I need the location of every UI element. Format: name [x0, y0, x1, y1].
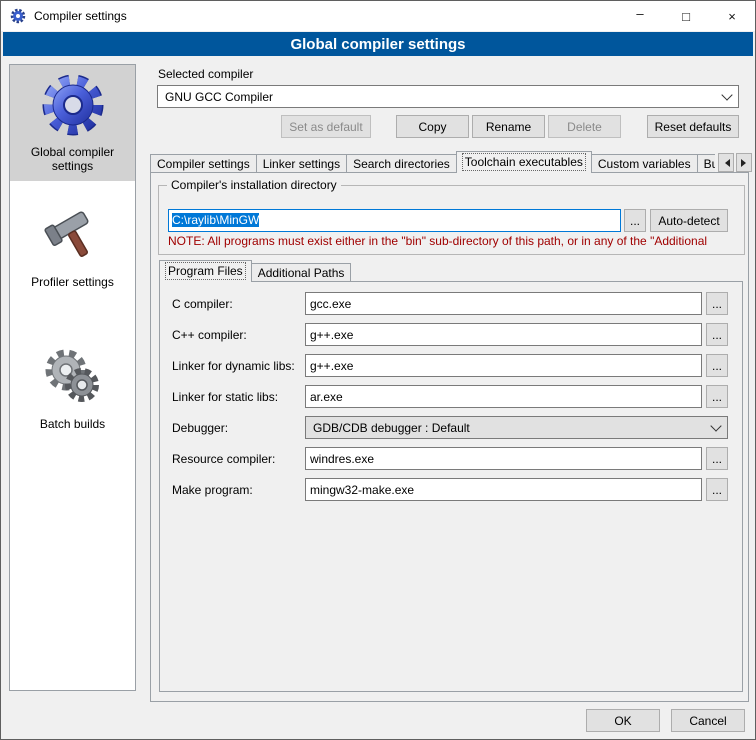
- cpp-compiler-input[interactable]: [305, 323, 702, 346]
- title-bar: Compiler settings – □ ×: [1, 1, 755, 31]
- close-icon: ×: [728, 9, 736, 24]
- arrow-left-icon: [721, 159, 730, 167]
- close-button[interactable]: ×: [709, 1, 755, 31]
- browse-button[interactable]: ...: [706, 478, 728, 501]
- browse-button[interactable]: ...: [706, 354, 728, 377]
- auto-detect-button[interactable]: Auto-detect: [650, 209, 728, 232]
- browse-button[interactable]: ...: [706, 447, 728, 470]
- field-label: Linker for static libs:: [172, 390, 305, 404]
- tab-scroll-left-button[interactable]: [718, 153, 734, 172]
- note-text: NOTE: All programs must exist either in …: [168, 234, 744, 248]
- installation-directory-group: Compiler's installation directory C:\ray…: [158, 185, 745, 255]
- c-compiler-input[interactable]: [305, 292, 702, 315]
- selected-text: C:\raylib\MinGW: [172, 213, 259, 227]
- minimize-button[interactable]: –: [617, 1, 663, 31]
- form-row-dynamic-linker: Linker for dynamic libs: ...: [172, 354, 728, 377]
- debugger-select-value: GDB/CDB debugger : Default: [313, 421, 706, 435]
- tab-custom-variables[interactable]: Custom variables: [591, 154, 698, 173]
- field-label: Make program:: [172, 483, 305, 497]
- ok-button[interactable]: OK: [586, 709, 660, 732]
- sidebar-item-profiler-settings[interactable]: Profiler settings: [10, 195, 135, 297]
- set-as-default-button[interactable]: Set as default: [281, 115, 371, 138]
- field-label: Resource compiler:: [172, 452, 305, 466]
- sidebar-item-global-compiler-settings[interactable]: Global compiler settings: [10, 65, 135, 181]
- field-label: Debugger:: [172, 421, 305, 435]
- resource-compiler-input[interactable]: [305, 447, 702, 470]
- tab-compiler-settings[interactable]: Compiler settings: [150, 154, 257, 173]
- chevron-down-icon: [710, 420, 721, 431]
- installation-directory-legend: Compiler's installation directory: [167, 178, 341, 192]
- selected-compiler-label: Selected compiler: [158, 67, 253, 81]
- form-row-c-compiler: C compiler: ...: [172, 292, 728, 315]
- form-row-cpp-compiler: C++ compiler: ...: [172, 323, 728, 346]
- tab-toolchain-executables[interactable]: Toolchain executables: [456, 151, 592, 173]
- tab-label: Program Files: [166, 263, 245, 279]
- settings-category-list: Global compiler settings Profiler settin…: [9, 64, 136, 691]
- tab-build-options[interactable]: Buil: [697, 154, 715, 173]
- browse-button[interactable]: ...: [706, 385, 728, 408]
- arrow-right-icon: [741, 159, 750, 167]
- form-row-resource-compiler: Resource compiler: ...: [172, 447, 728, 470]
- field-label: C compiler:: [172, 297, 305, 311]
- installation-directory-input[interactable]: C:\raylib\MinGW: [168, 209, 621, 232]
- blue-gear-icon: [41, 73, 105, 137]
- form-row-static-linker: Linker for static libs: ...: [172, 385, 728, 408]
- tab-scroll-right-button[interactable]: [736, 153, 752, 172]
- maximize-icon: □: [682, 9, 690, 24]
- form-row-debugger: Debugger: GDB/CDB debugger : Default: [172, 416, 728, 439]
- copy-button[interactable]: Copy: [396, 115, 469, 138]
- gray-gears-icon: [41, 345, 105, 409]
- compiler-buttons-row: Set as default Copy Rename Delete Reset …: [157, 115, 739, 138]
- debugger-select[interactable]: GDB/CDB debugger : Default: [305, 416, 728, 439]
- compiler-select-value: GNU GCC Compiler: [165, 90, 717, 104]
- banner-title: Global compiler settings: [290, 36, 465, 53]
- compiler-select[interactable]: GNU GCC Compiler: [157, 85, 739, 108]
- sidebar-item-batch-builds[interactable]: Batch builds: [10, 337, 135, 439]
- hammer-icon: [41, 203, 105, 267]
- minimize-icon: –: [636, 6, 643, 21]
- field-label: C++ compiler:: [172, 328, 305, 342]
- tab-additional-paths[interactable]: Additional Paths: [251, 263, 352, 282]
- tab-label: Toolchain executables: [463, 154, 585, 170]
- toolchain-executables-panel: Compiler's installation directory C:\ray…: [150, 172, 749, 702]
- settings-tab-strip: Compiler settings Linker settings Search…: [150, 151, 715, 173]
- directory-browse-button[interactable]: ...: [624, 209, 646, 232]
- sidebar-item-label: Profiler settings: [31, 275, 114, 289]
- cancel-button[interactable]: Cancel: [671, 709, 745, 732]
- dynamic-libs-linker-input[interactable]: [305, 354, 702, 377]
- program-files-tab-strip: Program Files Additional Paths: [159, 260, 350, 282]
- tab-scroll-buttons: [718, 153, 752, 172]
- maximize-button[interactable]: □: [663, 1, 709, 31]
- compiler-settings-dialog: Compiler settings – □ × Global compiler …: [0, 0, 756, 740]
- program-files-panel: C compiler: ... C++ compiler: ... Linker…: [159, 281, 743, 692]
- form-row-make-program: Make program: ...: [172, 478, 728, 501]
- browse-button[interactable]: ...: [706, 323, 728, 346]
- reset-defaults-button[interactable]: Reset defaults: [647, 115, 739, 138]
- static-libs-linker-input[interactable]: [305, 385, 702, 408]
- dialog-banner: Global compiler settings: [3, 32, 753, 56]
- tab-linker-settings[interactable]: Linker settings: [256, 154, 347, 173]
- make-program-input[interactable]: [305, 478, 702, 501]
- browse-button[interactable]: ...: [706, 292, 728, 315]
- tab-program-files[interactable]: Program Files: [159, 260, 252, 282]
- field-label: Linker for dynamic libs:: [172, 359, 305, 373]
- delete-button[interactable]: Delete: [548, 115, 621, 138]
- chevron-down-icon: [721, 89, 732, 100]
- program-files-form: C compiler: ... C++ compiler: ... Linker…: [172, 292, 728, 509]
- window-title: Compiler settings: [34, 9, 127, 23]
- app-gear-icon: [10, 8, 26, 24]
- sidebar-item-label: Global compiler settings: [31, 145, 114, 173]
- sidebar-item-label: Batch builds: [40, 417, 105, 431]
- tab-search-directories[interactable]: Search directories: [346, 154, 457, 173]
- rename-button[interactable]: Rename: [472, 115, 545, 138]
